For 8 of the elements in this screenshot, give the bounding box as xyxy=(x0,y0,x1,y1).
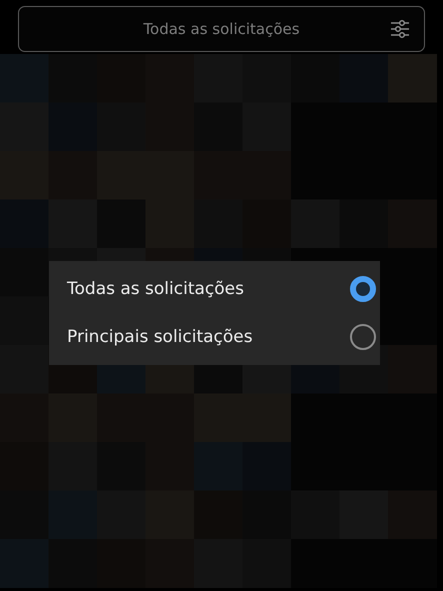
option-label: Principais solicitações xyxy=(67,327,253,347)
filter-icon xyxy=(390,19,410,39)
radio-button[interactable] xyxy=(350,324,376,350)
option-label: Todas as solicitações xyxy=(67,279,244,299)
menu-option[interactable]: Principais solicitações xyxy=(49,313,380,361)
radio-button[interactable] xyxy=(350,276,376,302)
filter-dropdown[interactable]: Todas as solicitações xyxy=(18,6,425,52)
menu-option[interactable]: Todas as solicitações xyxy=(49,265,380,313)
